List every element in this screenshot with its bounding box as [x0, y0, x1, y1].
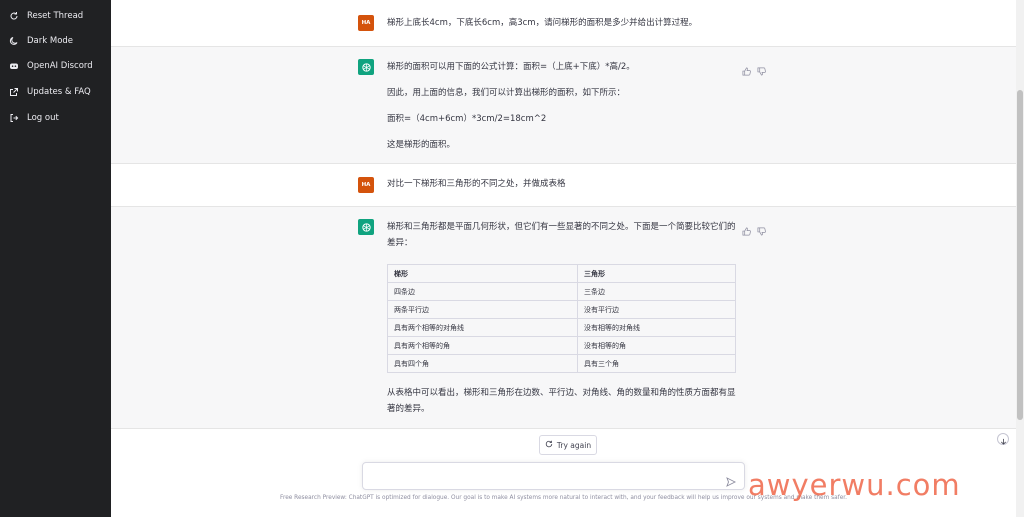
scrollbar-thumb[interactable]: [1017, 90, 1023, 420]
scrollbar[interactable]: [1016, 0, 1024, 517]
sidebar-item-label: Updates & FAQ: [27, 87, 91, 97]
assistant-message-text: 梯形的面积可以用下面的公式计算：面积=（上底+下底）*高/2。 因此，用上面的信…: [387, 59, 737, 163]
message-paragraph: 这是梯形的面积。: [387, 140, 456, 150]
table-cell: 四条边: [386, 282, 579, 301]
table-header-row: 梯形 三角形: [386, 264, 736, 283]
message-paragraph: 梯形的面积可以用下面的公式计算：面积=（上底+下底）*高/2。: [387, 62, 635, 72]
try-again-label: Try again: [556, 440, 592, 450]
table-header: 梯形: [386, 264, 579, 283]
message-input[interactable]: [371, 463, 711, 489]
table-cell: 具有两个相等的角: [386, 336, 579, 355]
assistant-message-row: 梯形和三角形都是平面几何形状，但它们有一些显著的不同之处。下面是一个简要比较它们…: [111, 207, 1016, 429]
table-row: 具有四个角 具有三个角: [386, 354, 736, 373]
thumbs-down-icon[interactable]: [757, 221, 766, 236]
table-cell: 两条平行边: [386, 300, 579, 319]
sidebar-item-label: Reset Thread: [27, 11, 84, 21]
table-row: 具有两个相等的对角线 没有相等的对角线: [386, 318, 736, 337]
feedback-buttons: [742, 221, 766, 236]
feedback-buttons: [742, 61, 766, 76]
sidebar-item-label: OpenAI Discord: [27, 61, 93, 71]
user-avatar: HA: [358, 177, 374, 193]
sidebar-item-log-out[interactable]: Log out: [0, 107, 111, 129]
try-again-button[interactable]: Try again: [539, 435, 597, 455]
external-link-icon: [9, 87, 19, 97]
table-cell: 没有相等的对角线: [577, 318, 736, 337]
thumbs-down-icon[interactable]: [757, 61, 766, 76]
user-avatar: HA: [358, 15, 374, 31]
logout-icon: [9, 113, 19, 123]
sidebar-item-label: Log out: [27, 113, 59, 123]
table-row: 四条边 三条边: [386, 282, 736, 301]
assistant-message-text: 从表格中可以看出，梯形和三角形在边数、平行边、对角线、角的数量和角的性质方面都有…: [387, 388, 736, 414]
refresh-icon: [545, 440, 553, 450]
message-paragraph: 因此，用上面的信息，我们可以计算出梯形的面积，如下所示：: [387, 88, 626, 98]
thumbs-up-icon[interactable]: [742, 221, 751, 236]
assistant-message-row: 梯形的面积可以用下面的公式计算：面积=（上底+下底）*高/2。 因此，用上面的信…: [111, 47, 1016, 164]
comparison-table: 梯形 三角形 四条边 三条边 两条平行边 没有平行边 具有两个相等的对角线 没有…: [386, 264, 736, 373]
user-message-row: HA 对比一下梯形和三角形的不同之处，并做成表格: [111, 164, 1016, 207]
assistant-message-text: 梯形和三角形都是平面几何形状，但它们有一些显著的不同之处。下面是一个简要比较它们…: [387, 222, 736, 248]
chatgpt-logo-icon: [358, 219, 374, 235]
table-row: 具有两个相等的角 没有相等的角: [386, 336, 736, 355]
user-message-row: HA 梯形上底长4cm，下底长6cm，高3cm，请问梯形的面积是多少并给出计算过…: [111, 0, 1016, 47]
table-cell: 具有四个角: [386, 354, 579, 373]
table-cell: 具有两个相等的对角线: [386, 318, 579, 337]
table-cell: 具有三个角: [577, 354, 736, 373]
discord-icon: [9, 61, 19, 71]
message-composer: [362, 462, 745, 490]
sidebar-item-dark-mode[interactable]: Dark Mode: [0, 30, 111, 52]
user-message-text: 对比一下梯形和三角形的不同之处，并做成表格: [387, 179, 566, 189]
table-header: 三角形: [577, 264, 736, 283]
sidebar: Reset Thread Dark Mode OpenAI Discord Up…: [0, 0, 111, 517]
table-row: 两条平行边 没有平行边: [386, 300, 736, 319]
arrow-down-icon: [1000, 430, 1007, 449]
table-cell: 三条边: [577, 282, 736, 301]
sidebar-item-reset-thread[interactable]: Reset Thread: [0, 5, 111, 27]
send-icon[interactable]: [726, 472, 737, 487]
thumbs-up-icon[interactable]: [742, 61, 751, 76]
watermark: awyerwu.com: [748, 468, 961, 502]
table-cell: 没有平行边: [577, 300, 736, 319]
table-cell: 没有相等的角: [577, 336, 736, 355]
sidebar-item-openai-discord[interactable]: OpenAI Discord: [0, 55, 111, 77]
message-paragraph: 面积=（4cm+6cm）*3cm/2=18cm^2: [387, 114, 547, 124]
sidebar-item-updates-faq[interactable]: Updates & FAQ: [0, 81, 111, 103]
chatgpt-logo-icon: [358, 59, 374, 75]
scroll-down-button[interactable]: [997, 433, 1009, 445]
user-message-text: 梯形上底长4cm，下底长6cm，高3cm，请问梯形的面积是多少并给出计算过程。: [387, 18, 698, 28]
reset-icon: [9, 11, 19, 21]
moon-icon: [9, 36, 19, 46]
chat-area: HA 梯形上底长4cm，下底长6cm，高3cm，请问梯形的面积是多少并给出计算过…: [111, 0, 1024, 517]
sidebar-item-label: Dark Mode: [27, 36, 74, 46]
